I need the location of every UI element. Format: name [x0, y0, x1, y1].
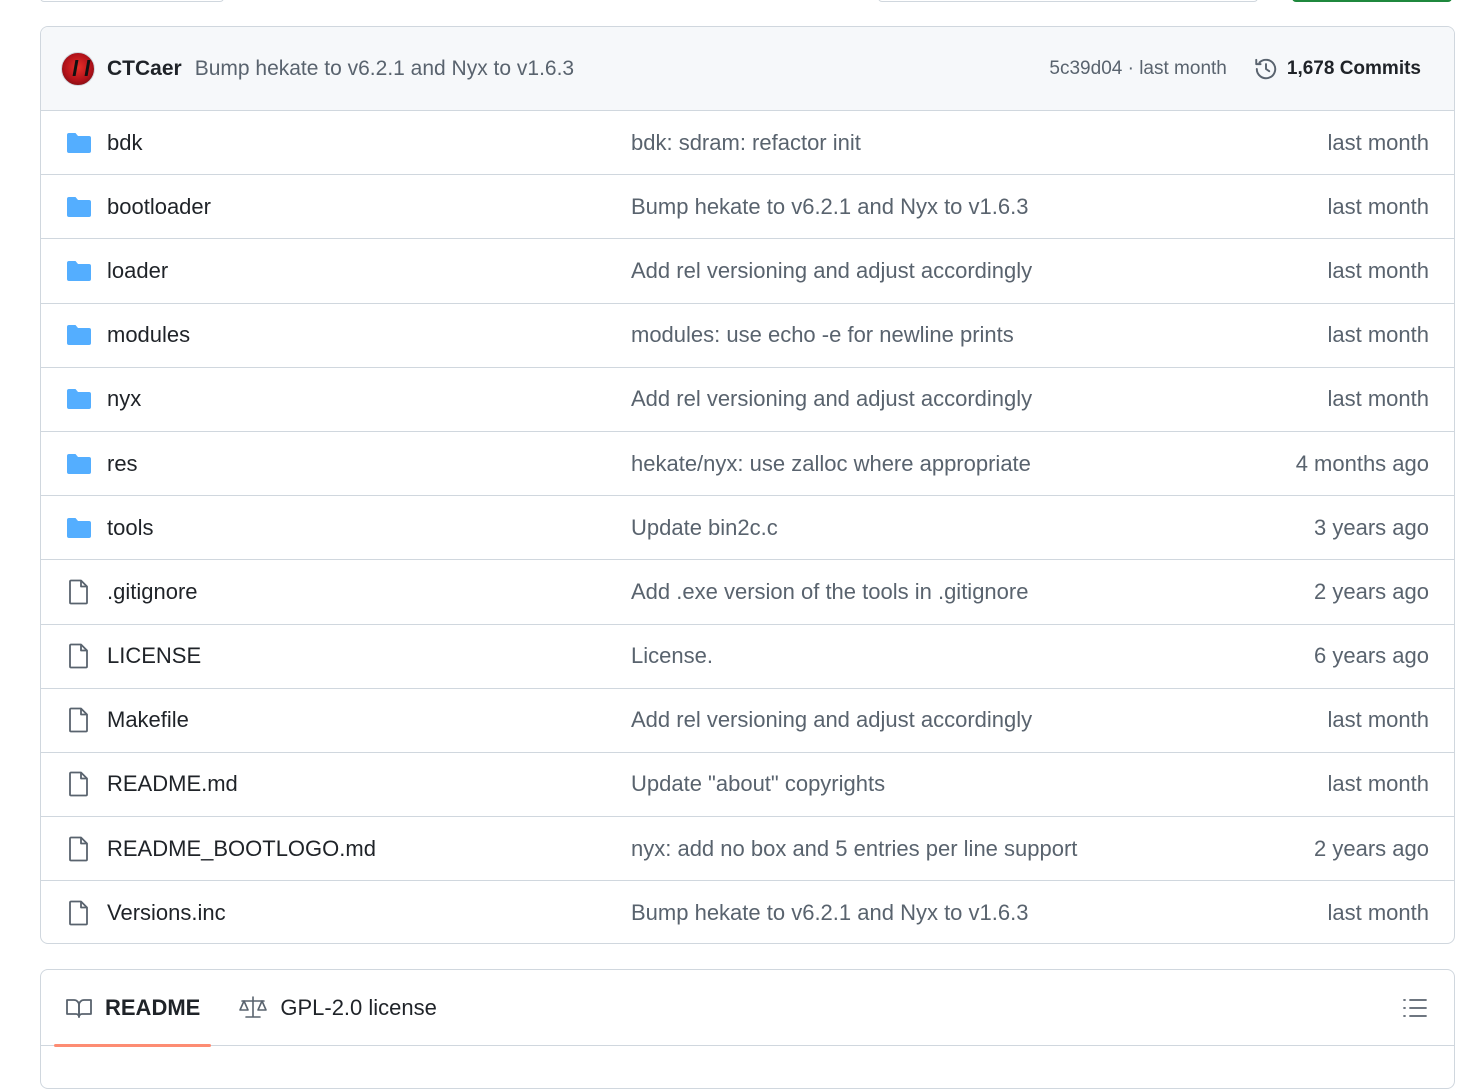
file-list: bdk bdk: sdram: refactor init last month bo… [41, 111, 1454, 943]
commit-age: 2 years ago [1314, 835, 1429, 861]
file-row: bootloader Bump hekate to v6.2.1 and Nyx … [41, 175, 1454, 240]
tab-license-label: GPL-2.0 license [280, 994, 437, 1020]
tab-license[interactable]: GPL-2.0 license [238, 995, 437, 1021]
commit-age: 3 years ago [1314, 514, 1429, 540]
folder-icon [66, 259, 92, 283]
file-row: tools Update bin2c.c 3 years ago [41, 496, 1454, 561]
file-row: res hekate/nyx: use zalloc where appropri… [41, 432, 1454, 497]
commit-message-link[interactable]: Bump hekate to v6.2.1 and Nyx to v1.6.3 [631, 900, 1028, 926]
file-search-stub[interactable] [878, 0, 1258, 2]
commit-age: last month [1327, 322, 1430, 348]
file-name-link[interactable]: modules [107, 322, 190, 348]
file-row: LICENSE License. 6 years ago [41, 625, 1454, 689]
file-row: Makefile Add rel versioning and adjust ac… [41, 689, 1454, 753]
book-icon [66, 998, 92, 1018]
latest-commit-bar: CTCaer Bump hekate to v6.2.1 and Nyx to … [41, 27, 1454, 111]
file-row: loader Add rel versioning and adjust acco… [41, 239, 1454, 304]
commit-message-link[interactable]: Add rel versioning and adjust accordingl… [631, 707, 1032, 733]
commit-message-link[interactable]: Bump hekate to v6.2.1 and Nyx to v1.6.3 [631, 194, 1028, 220]
file-browser: CTCaer Bump hekate to v6.2.1 and Nyx to … [40, 26, 1455, 944]
code-button-stub[interactable] [1292, 0, 1452, 2]
top-button-stubs [0, 0, 1474, 4]
file-name-link[interactable]: res [107, 451, 138, 477]
file-name-link[interactable]: LICENSE [107, 643, 201, 669]
folder-icon [66, 516, 92, 540]
file-name-link[interactable]: Makefile [107, 707, 189, 733]
commits-count: 1,678 Commits [1286, 57, 1421, 79]
commit-age: last month [1327, 257, 1430, 283]
commit-author[interactable]: CTCaer [107, 57, 182, 81]
file-name-link[interactable]: README.md [107, 771, 238, 797]
file-icon [66, 900, 92, 926]
history-icon [1255, 58, 1277, 79]
readme-tabs: README GPL-2.0 license [41, 970, 1454, 1047]
commit-message-link[interactable]: Update "about" copyrights [631, 771, 885, 797]
commit-message-link[interactable]: modules: use echo -e for newline prints [631, 322, 1014, 348]
folder-icon [66, 131, 92, 155]
avatar[interactable] [61, 51, 95, 86]
file-name-link[interactable]: nyx [107, 386, 141, 412]
outline-button[interactable] [1402, 996, 1428, 1025]
commit-age: last month [1327, 129, 1430, 155]
commit-message-link[interactable]: Add rel versioning and adjust accordingl… [631, 258, 1032, 284]
commits-history-link[interactable]: 1,678 Commits [1253, 56, 1421, 82]
file-name-link[interactable]: bootloader [107, 194, 211, 220]
file-icon [66, 579, 92, 605]
latest-commit-message[interactable]: Bump hekate to v6.2.1 and Nyx to v1.6.3 [195, 57, 574, 81]
commit-message-link[interactable]: nyx: add no box and 5 entries per line s… [631, 836, 1077, 862]
file-row: nyx Add rel versioning and adjust accordi… [41, 368, 1454, 432]
file-icon [66, 707, 92, 733]
file-row: README.md Update "about" copyrights last m… [41, 753, 1454, 818]
folder-icon [66, 323, 92, 347]
commit-age: 2 years ago [1314, 578, 1429, 604]
file-row: README_BOOTLOGO.md nyx: add no box and 5 … [41, 817, 1454, 882]
file-row: Versions.inc Bump hekate to v6.2.1 and Ny… [41, 881, 1454, 943]
commit-age: last month [1327, 900, 1430, 926]
folder-icon [66, 452, 92, 476]
folder-icon [66, 387, 92, 411]
commit-age: last month [1327, 771, 1430, 797]
file-name-link[interactable]: .gitignore [107, 579, 198, 605]
branch-select-stub[interactable] [40, 0, 224, 2]
file-icon [66, 772, 92, 797]
commit-age: 6 years ago [1314, 643, 1429, 669]
commit-age: last month [1327, 193, 1430, 219]
file-name-link[interactable]: loader [107, 258, 168, 284]
readme-panel: README GPL-2.0 license [40, 969, 1455, 1089]
tab-readme-label: README [105, 994, 201, 1020]
commit-sha-time[interactable]: 5c39d04 · last month [1049, 58, 1226, 80]
file-name-link[interactable]: README_BOOTLOGO.md [107, 836, 376, 862]
folder-icon [66, 195, 92, 219]
file-icon [66, 643, 92, 669]
file-row: modules modules: use echo -e for newline … [41, 304, 1454, 368]
commit-message-link[interactable]: Add .exe version of the tools in .gitign… [631, 579, 1028, 605]
commit-age: last month [1327, 707, 1430, 733]
commit-message-link[interactable]: License. [631, 643, 713, 669]
file-icon [66, 836, 92, 862]
commit-message-link[interactable]: Add rel versioning and adjust accordingl… [631, 386, 1032, 412]
file-row: .gitignore Add .exe version of the tools … [41, 560, 1454, 625]
commit-message-link[interactable]: Update bin2c.c [631, 515, 778, 541]
commit-age: last month [1327, 386, 1430, 412]
commit-message-link[interactable]: bdk: sdram: refactor init [631, 130, 861, 156]
file-row: bdk bdk: sdram: refactor init last month [41, 111, 1454, 176]
list-outline-icon [1403, 999, 1427, 1017]
commit-message-link[interactable]: hekate/nyx: use zalloc where appropriate [631, 451, 1031, 477]
file-name-link[interactable]: Versions.inc [107, 900, 226, 926]
file-name-link[interactable]: bdk [107, 130, 142, 156]
law-icon [239, 995, 268, 1018]
file-name-link[interactable]: tools [107, 515, 153, 541]
commit-age: 4 months ago [1295, 450, 1429, 476]
tab-readme[interactable]: README [65, 995, 200, 1021]
